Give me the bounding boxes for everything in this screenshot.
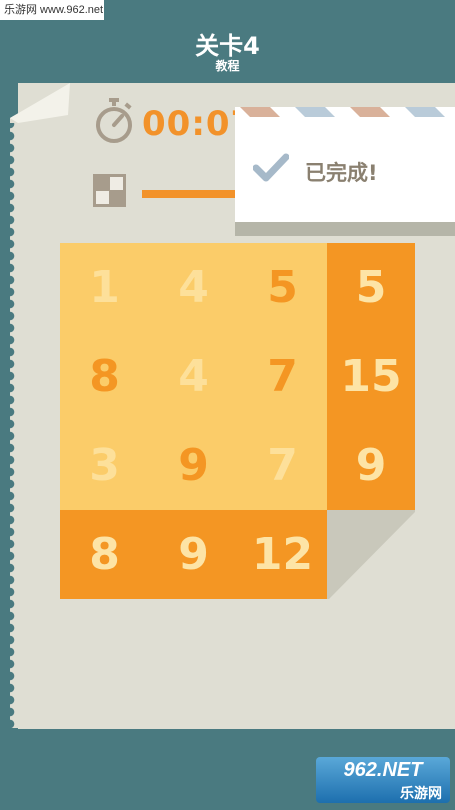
board-cell[interactable]: 9	[149, 510, 238, 599]
board-cell[interactable]: 7	[238, 421, 327, 510]
stopwatch-icon	[96, 98, 132, 143]
logo-sub-text: 乐游网	[400, 786, 442, 802]
completed-card: 已完成!	[235, 107, 455, 222]
board-cell[interactable]: 4	[149, 243, 238, 332]
board-cell[interactable]: 7	[238, 332, 327, 421]
logo-main-text: 962.NET	[343, 759, 423, 781]
board-cell[interactable]: 3	[60, 421, 149, 510]
board-cell[interactable]: 5	[327, 243, 415, 332]
board-cell[interactable]: 4	[149, 332, 238, 421]
board-cell[interactable]: 5	[238, 243, 327, 332]
site-logo: 962.NET 乐游网	[316, 757, 450, 803]
watermark-top: 乐游网 www.962.net	[0, 0, 104, 20]
number-board[interactable]: 1 4 5 5 8 4 7 15 3 9 7 9 8 9 12	[60, 243, 415, 599]
level-subtitle: 教程	[215, 59, 240, 73]
board-cell[interactable]: 15	[327, 332, 415, 421]
board-cell[interactable]: 1	[60, 243, 149, 332]
check-icon	[253, 153, 289, 182]
grid-icon	[93, 174, 126, 207]
board-corner-fold	[327, 510, 415, 599]
board-cell[interactable]: 9	[149, 421, 238, 510]
board-cell[interactable]: 8	[60, 510, 149, 599]
airmail-border	[240, 107, 445, 117]
board-cell[interactable]: 8	[60, 332, 149, 421]
completed-card-shadow	[235, 222, 455, 236]
board-cell[interactable]: 12	[238, 510, 327, 599]
board-cell[interactable]: 9	[327, 421, 415, 510]
level-title: 关卡4	[195, 32, 260, 60]
paper-corner-fold	[10, 83, 70, 123]
paper-torn-edge	[10, 118, 20, 728]
completed-label: 已完成!	[305, 161, 378, 185]
